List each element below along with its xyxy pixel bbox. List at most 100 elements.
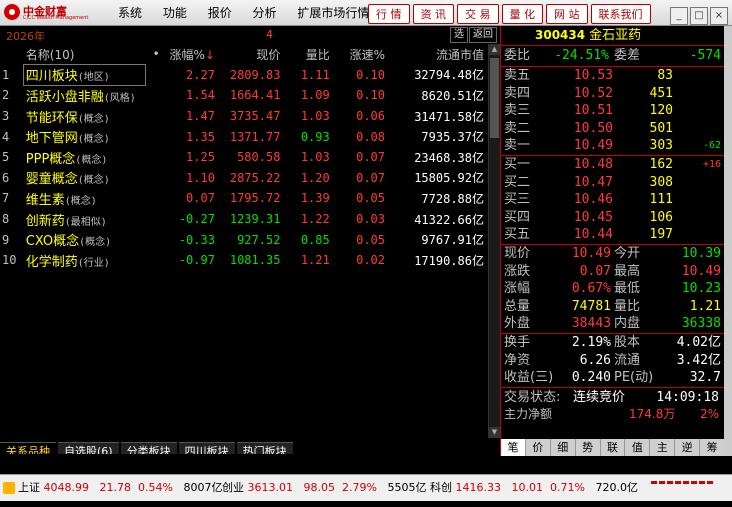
row-volume-ratio: 1.09	[300, 88, 330, 103]
row-speed: 0.08	[356, 129, 386, 144]
tab-chips[interactable]: 筹	[700, 439, 726, 456]
ticker-star[interactable]: 科创 1416.33 10.01 0.71% 720.0亿	[430, 475, 638, 501]
sell-level-row[interactable]: 卖三 10.51 120	[501, 102, 725, 120]
col-market-cap[interactable]: 流通市值	[387, 44, 486, 65]
buy-level-row[interactable]: 买五 10.44 197	[501, 226, 725, 244]
tab-tick[interactable]: 笔	[501, 439, 526, 456]
level-volume: 106	[649, 209, 673, 225]
row-name-cell[interactable]: 化学制药(行业)	[24, 250, 146, 271]
table-header-row: 名称(10) • 涨幅%↓ 现价 量比 涨速% 流通市值	[0, 44, 486, 65]
col-change-pct[interactable]: 涨幅%↓	[167, 44, 217, 65]
back-button[interactable]: 返回	[469, 27, 497, 43]
tab-value[interactable]: 值	[625, 439, 651, 456]
buy-level-row[interactable]: 买一 10.48 162 +16	[501, 156, 725, 174]
table-row[interactable]: 6 婴童概念(概念) 1.10 2875.22 1.20 0.07 15805.92亿	[0, 168, 486, 189]
stat-value: 2.19%	[571, 334, 611, 350]
sell-level-row[interactable]: 卖五 10.53 83	[501, 67, 725, 85]
ticker-chinext[interactable]: 创业 3613.01 98.05 2.79% 5505亿	[222, 475, 426, 501]
row-index: 5	[2, 150, 10, 165]
row-name-cell[interactable]: 创新药(最相似)	[24, 209, 146, 230]
row-change-pct: -0.97	[178, 253, 215, 268]
close-icon[interactable]: ×	[710, 7, 728, 25]
row-volume-ratio: 1.11	[300, 67, 330, 82]
table-row[interactable]: 4 地下管网(概念) 1.35 1371.77 0.93 0.08 7935.37亿	[0, 126, 486, 147]
sell-level-row[interactable]: 卖二 10.50 501	[501, 120, 725, 138]
menu-extended-market[interactable]: 扩展市场行情	[297, 6, 369, 20]
row-name-cell[interactable]: 节能环保(概念)	[24, 106, 146, 127]
table-row[interactable]: 2 活跃小盘非融(风格) 1.54 1664.41 1.09 0.10 8620.51亿	[0, 85, 486, 106]
date-label: 2026年	[6, 30, 45, 43]
main-flow-pct: 2%	[699, 406, 719, 421]
row-name-cell[interactable]: PPP概念(概念)	[24, 147, 146, 168]
quote-button[interactable]: 行 情	[368, 4, 410, 24]
row-dot	[145, 147, 167, 168]
row-name-cell[interactable]: CXO概念(概念)	[24, 229, 146, 250]
tab-sectors[interactable]: 分类板块	[120, 442, 177, 454]
tab-watchlist[interactable]: 自选股(6)	[58, 442, 119, 454]
col-volume-ratio[interactable]: 量比	[282, 44, 331, 65]
trade-button[interactable]: 交 易	[457, 4, 499, 24]
row-change-pct: 1.35	[186, 129, 215, 144]
stat-label: 涨幅	[504, 281, 531, 297]
row-name-cell[interactable]: 四川板块(地区)	[22, 63, 147, 87]
quant-button[interactable]: 量 化	[501, 4, 543, 24]
level-label: 买五	[504, 227, 531, 243]
table-row[interactable]: 9 CXO概念(概念) -0.33 927.52 0.85 0.05 9767.91亿	[0, 229, 486, 250]
sell-level-row[interactable]: 卖四 10.52 451	[501, 85, 725, 103]
menu-function[interactable]: 功能	[163, 6, 187, 20]
broker-logo: 中金财富 CICC Wealth Management	[4, 3, 94, 23]
minimize-icon[interactable]: _	[670, 7, 688, 25]
tab-main[interactable]: 主	[650, 439, 676, 456]
maximize-icon[interactable]: □	[690, 7, 708, 25]
row-change-pct: 1.25	[186, 150, 215, 165]
table-row[interactable]: 7 维生素(概念) 0.07 1795.72 1.39 0.05 7728.88亿	[0, 188, 486, 209]
table-row[interactable]: 5 PPP概念(概念) 1.25 580.58 1.03 0.07 23468.38亿	[0, 147, 486, 168]
buy-level-row[interactable]: 买四 10.45 106	[501, 209, 725, 227]
scroll-down-icon[interactable]: ▼	[489, 427, 500, 438]
scroll-up-icon[interactable]: ▲	[489, 44, 500, 55]
level-delta: -62	[702, 140, 721, 152]
contact-button[interactable]: 联系我们	[590, 4, 651, 24]
tab-price[interactable]: 价	[526, 439, 551, 456]
table-row[interactable]: 10 化学制药(行业) -0.97 1081.35 1.21 0.02 17190.86亿	[0, 250, 486, 271]
menu-system[interactable]: 系统	[118, 6, 142, 20]
ticker-icon	[3, 475, 15, 501]
scroll-thumb[interactable]	[490, 58, 499, 138]
row-name-cell[interactable]: 婴童概念(概念)	[24, 168, 146, 189]
buy-level-row[interactable]: 买三 10.46 111	[501, 191, 725, 209]
row-price: 2809.83	[229, 67, 281, 82]
tab-linked[interactable]: 联	[601, 439, 626, 456]
website-button[interactable]: 网 站	[546, 4, 588, 24]
level-volume: 308	[649, 174, 673, 190]
tab-hot[interactable]: 热门板块	[236, 442, 293, 454]
col-price[interactable]: 现价	[217, 44, 283, 65]
row-tag: (概念)	[77, 113, 110, 125]
tab-related[interactable]: 关系品种	[0, 442, 56, 454]
tab-sichuan[interactable]: 四川板块	[178, 442, 235, 454]
tab-reverse[interactable]: 逆	[675, 439, 701, 456]
buy-level-row[interactable]: 买二 10.47 308	[501, 174, 725, 192]
col-speed[interactable]: 涨速%	[332, 44, 387, 65]
window-scrollbar[interactable]	[724, 26, 732, 456]
table-row[interactable]: 1 四川板块(地区) 2.27 2809.83 1.11 0.10 32794.48亿	[0, 63, 486, 87]
tab-trend[interactable]: 势	[576, 439, 601, 456]
stat-label: 量比	[614, 298, 641, 314]
stat-row: 总量 74781 量比 1.21	[501, 298, 725, 316]
list-scrollbar[interactable]: ▲ ▼	[488, 44, 500, 438]
table-row[interactable]: 8 创新药(最相似) -0.27 1239.31 1.22 0.03 41322.66亿	[0, 209, 486, 230]
col-name[interactable]: 名称(10)	[24, 44, 146, 65]
row-name-cell[interactable]: 活跃小盘非融(风格)	[24, 85, 146, 106]
ticker-sse[interactable]: 上证 4048.99 21.78 0.54% 8007亿	[18, 475, 222, 501]
table-row[interactable]: 3 节能环保(概念) 1.47 3735.47 1.03 0.06 31471.58亿	[0, 106, 486, 127]
row-name-cell[interactable]: 维生素(概念)	[24, 188, 146, 209]
row-name-cell[interactable]: 地下管网(概念)	[24, 126, 146, 147]
trade-status-label: 交易状态:	[504, 389, 561, 405]
tab-detail[interactable]: 细	[551, 439, 576, 456]
news-button[interactable]: 资 讯	[412, 4, 454, 24]
select-button[interactable]: 选	[450, 27, 468, 43]
sell-level-row[interactable]: 卖一 10.49 303 -62	[501, 137, 725, 155]
menu-analysis[interactable]: 分析	[253, 6, 277, 20]
row-volume-ratio: 1.22	[300, 212, 330, 227]
level-label: 卖一	[504, 138, 531, 154]
menu-quote[interactable]: 报价	[208, 6, 232, 20]
